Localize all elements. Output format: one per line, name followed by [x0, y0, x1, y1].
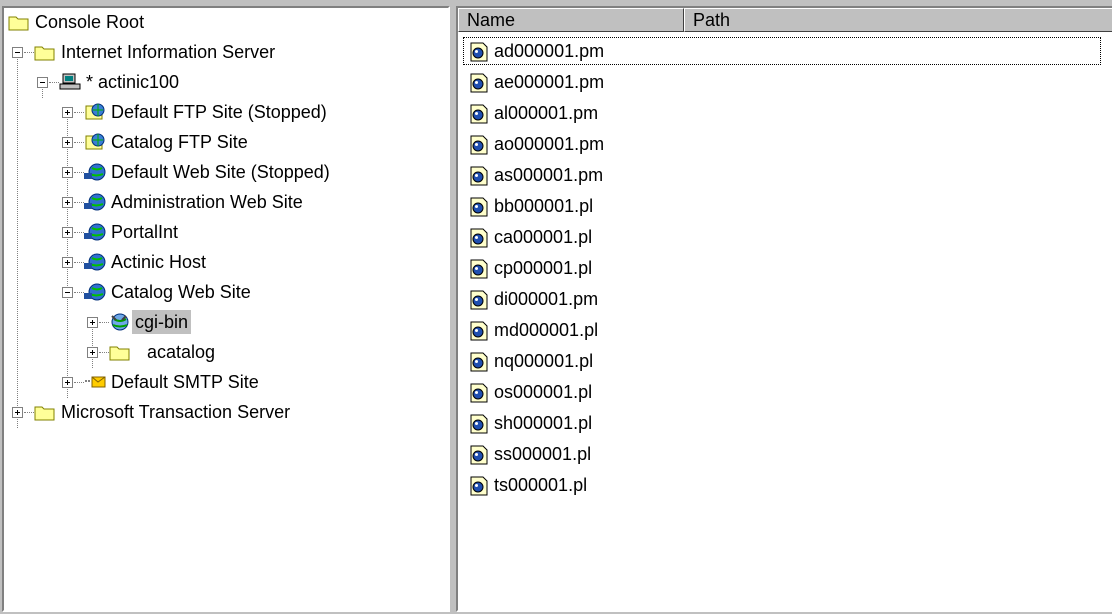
tree-node-label: Default FTP Site (Stopped) [111, 102, 327, 122]
expand-icon[interactable] [12, 407, 23, 418]
file-name: ss000001.pl [494, 444, 592, 464]
expand-icon[interactable] [62, 167, 73, 178]
column-header-path[interactable]: Path [684, 8, 1112, 32]
file-name: sh000001.pl [494, 413, 593, 433]
web-site-icon [84, 163, 106, 181]
expand-icon[interactable] [87, 317, 98, 328]
ftp-site-icon [85, 103, 105, 120]
web-site-icon [84, 223, 106, 241]
file-name: ca000001.pl [494, 227, 593, 247]
tree-node-label: Console Root [35, 12, 145, 32]
file-name: cp000001.pl [494, 258, 593, 278]
file-name: bb000001.pl [494, 196, 594, 216]
tree-node-cgi-bin[interactable]: cgi-bin [4, 308, 444, 336]
tree-node-label: Default SMTP Site [111, 372, 259, 392]
file-name: ad000001.pm [494, 41, 605, 61]
list-header: Name Path [458, 8, 1112, 32]
tree-node-label: Catalog Web Site [111, 282, 251, 302]
file-name: ae000001.pm [494, 72, 605, 92]
script-file-icon [470, 197, 488, 217]
tree-node-administration-web-site[interactable]: Administration Web Site [4, 188, 444, 216]
smtp-site-icon [85, 376, 106, 388]
script-file-icon [470, 42, 488, 62]
file-row[interactable]: ad000001.pm [462, 36, 1102, 66]
script-file-icon [470, 414, 488, 434]
web-site-icon [84, 253, 106, 271]
expand-icon[interactable] [62, 197, 73, 208]
tree-node-label: Catalog FTP Site [111, 132, 248, 152]
web-site-icon [84, 193, 106, 211]
script-file-icon [470, 383, 488, 403]
tree-node-acatalog[interactable]: acatalog [4, 338, 444, 366]
script-file-icon [470, 476, 488, 496]
tree-node-label: Actinic Host [111, 252, 207, 272]
tree-node-label: PortalInt [111, 222, 179, 242]
console-tree-pane[interactable]: Console Root Internet Information Server… [2, 6, 450, 612]
ftp-site-icon [85, 133, 105, 150]
file-name: di000001.pm [494, 289, 599, 309]
script-file-icon [470, 321, 488, 341]
expand-icon[interactable] [62, 107, 73, 118]
tree-node-label: Administration Web Site [111, 192, 303, 212]
script-file-icon [470, 73, 488, 93]
file-name: ao000001.pm [494, 134, 605, 154]
tree-node-label: * actinic100 [86, 72, 180, 92]
tree-node-default-web-site[interactable]: Default Web Site (Stopped) [4, 158, 444, 186]
script-file-icon [470, 166, 488, 186]
expand-icon[interactable] [87, 347, 98, 358]
collapse-icon[interactable] [12, 47, 23, 58]
tree-node-label: Microsoft Transaction Server [61, 402, 291, 422]
tree-node-catalog-ftp-site[interactable]: Catalog FTP Site [4, 128, 444, 156]
file-name: os000001.pl [494, 382, 593, 402]
expand-icon[interactable] [62, 377, 73, 388]
tree-node-actinic100[interactable]: * actinic100 [4, 68, 444, 96]
file-name: ts000001.pl [494, 475, 588, 495]
collapse-icon[interactable] [37, 77, 48, 88]
folder-icon [34, 46, 55, 61]
tree-node-default-smtp-site[interactable]: Default SMTP Site [4, 368, 444, 396]
computer-icon [59, 73, 81, 90]
script-file-icon [470, 104, 488, 124]
virtual-directory-icon [111, 313, 129, 331]
details-list-pane[interactable]: Name Path ad000001.pm ae000001.pm al000001… [456, 6, 1112, 612]
tree-node-catalog-web-site[interactable]: Catalog Web Site [4, 278, 444, 306]
file-name: nq000001.pl [494, 351, 594, 371]
column-header-name[interactable]: Name [458, 8, 684, 32]
tree-node-actinic-host[interactable]: Actinic Host [4, 248, 444, 276]
folder-icon [34, 406, 55, 421]
tree-node-label: acatalog [147, 342, 216, 362]
tree-node-default-ftp-site[interactable]: Default FTP Site (Stopped) [4, 98, 444, 126]
expand-icon[interactable] [62, 137, 73, 148]
tree-node-label: cgi-bin [132, 310, 192, 334]
web-site-icon [84, 283, 106, 301]
tree-node-label: Default Web Site (Stopped) [111, 162, 330, 182]
file-name: md000001.pl [494, 320, 599, 340]
folder-icon [8, 16, 29, 31]
collapse-icon[interactable] [62, 287, 73, 298]
tree-node-label: Internet Information Server [61, 42, 276, 62]
script-file-icon [470, 259, 488, 279]
expand-icon[interactable] [62, 257, 73, 268]
script-file-icon [470, 352, 488, 372]
file-name: al000001.pm [494, 103, 599, 123]
tree-node-portalint[interactable]: PortalInt [4, 218, 444, 246]
script-file-icon [470, 228, 488, 248]
file-name: as000001.pm [494, 165, 604, 185]
script-file-icon [470, 445, 488, 465]
script-file-icon [470, 290, 488, 310]
folder-icon [109, 346, 130, 361]
tree-node-internet-information-server[interactable]: Internet Information Server [4, 38, 444, 66]
script-file-icon [470, 135, 488, 155]
expand-icon[interactable] [62, 227, 73, 238]
tree-node-microsoft-transaction-server[interactable]: Microsoft Transaction Server [4, 398, 444, 426]
